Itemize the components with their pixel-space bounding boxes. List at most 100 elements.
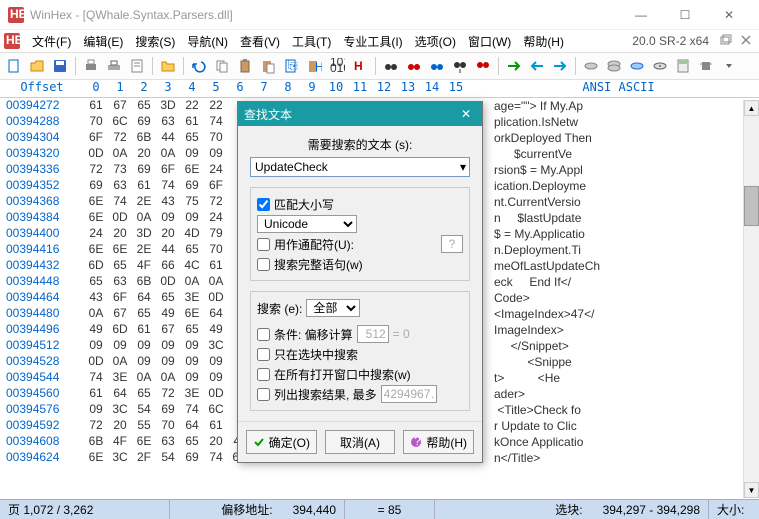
save-icon[interactable] xyxy=(50,56,70,76)
hex-cell[interactable]: 20 xyxy=(108,226,132,242)
hex-cell[interactable]: 0D xyxy=(108,210,132,226)
ascii-cell[interactable]: orkDeployed Then xyxy=(494,130,742,146)
hex-cell[interactable]: 54 xyxy=(156,450,180,466)
hex-cell[interactable]: 20 xyxy=(204,434,228,450)
menu-view[interactable]: 查看(V) xyxy=(234,31,286,52)
hex-cell[interactable]: 64 xyxy=(132,290,156,306)
menu-stools[interactable]: 专业工具(I) xyxy=(337,31,408,52)
hex-cell[interactable]: 3E xyxy=(108,370,132,386)
hex-cell[interactable]: 09 xyxy=(156,210,180,226)
hex-cell[interactable]: 09 xyxy=(180,354,204,370)
calc-icon[interactable] xyxy=(673,56,693,76)
hex-cell[interactable]: 09 xyxy=(132,338,156,354)
help-button[interactable]: ?帮助(H) xyxy=(403,430,474,454)
hex-cell[interactable]: 0A xyxy=(156,370,180,386)
close-button[interactable]: ✕ xyxy=(707,1,751,29)
undo-icon[interactable] xyxy=(189,56,209,76)
ascii-cell[interactable]: nt.CurrentVersio xyxy=(494,194,742,210)
wildcard-checkbox[interactable] xyxy=(257,238,270,251)
hex-cell[interactable]: 3C xyxy=(108,402,132,418)
menu-search[interactable]: 搜索(S) xyxy=(129,31,181,52)
hex-cell[interactable]: 69 xyxy=(84,178,108,194)
ascii-cell[interactable]: n $lastUpdate xyxy=(494,210,742,226)
hex-cell[interactable]: 24 xyxy=(204,210,228,226)
find-down-icon[interactable] xyxy=(450,56,470,76)
ascii-cell[interactable]: ader> xyxy=(494,386,742,402)
hex-cell[interactable]: 0A xyxy=(180,274,204,290)
disk2-icon[interactable] xyxy=(604,56,624,76)
hex-cell[interactable]: 0A xyxy=(204,274,228,290)
binoculars-icon[interactable] xyxy=(381,56,401,76)
hex-cell[interactable]: 63 xyxy=(108,178,132,194)
hex-icon[interactable]: H xyxy=(350,56,370,76)
hex-cell[interactable]: 61 xyxy=(84,98,108,114)
hex-cell[interactable]: 70 xyxy=(204,242,228,258)
scroll-thumb[interactable] xyxy=(744,186,759,226)
hex-cell[interactable]: 49 xyxy=(204,322,228,338)
hex-cell[interactable]: 3D xyxy=(156,98,180,114)
hex-cell[interactable]: 69 xyxy=(132,114,156,130)
hex-cell[interactable]: 4D xyxy=(180,226,204,242)
hex-cell[interactable]: 74 xyxy=(204,450,228,466)
find-hex-icon[interactable] xyxy=(404,56,424,76)
hex-cell[interactable]: 0A xyxy=(84,306,108,322)
hex-cell[interactable]: 61 xyxy=(84,386,108,402)
hex-cell[interactable]: 61 xyxy=(132,178,156,194)
ascii-cell[interactable]: eck End If</ xyxy=(494,274,742,290)
hex-cell[interactable]: 2E xyxy=(132,194,156,210)
hex-cell[interactable]: 69 xyxy=(180,178,204,194)
hex-cell[interactable]: 65 xyxy=(180,322,204,338)
hex-cell[interactable]: 2F xyxy=(132,450,156,466)
hex-cell[interactable]: 64 xyxy=(204,306,228,322)
hex-cell[interactable]: 6B xyxy=(132,274,156,290)
binary-icon[interactable]: 101010 xyxy=(327,56,347,76)
open-icon[interactable] xyxy=(27,56,47,76)
hex-cell[interactable]: 44 xyxy=(156,242,180,258)
sel-checkbox[interactable] xyxy=(257,348,270,361)
hex-cell[interactable]: 64 xyxy=(180,418,204,434)
wildcard-input[interactable] xyxy=(441,235,463,253)
paste-hex-icon[interactable]: H xyxy=(304,56,324,76)
hex-cell[interactable]: 67 xyxy=(108,98,132,114)
hex-cell[interactable]: 09 xyxy=(204,146,228,162)
hex-cell[interactable]: 6F xyxy=(84,130,108,146)
hex-cell[interactable]: 0D xyxy=(204,290,228,306)
ascii-cell[interactable]: $ = My.Applicatio xyxy=(494,226,742,242)
hex-cell[interactable]: 6B xyxy=(132,130,156,146)
hex-cell[interactable]: 6E xyxy=(84,242,108,258)
ascii-cell[interactable]: rsion$ = My.Appl xyxy=(494,162,742,178)
hex-cell[interactable]: 09 xyxy=(180,370,204,386)
encoding-select[interactable]: Unicode xyxy=(257,215,357,233)
ascii-cell[interactable]: r Update to Clic xyxy=(494,418,742,434)
hex-cell[interactable]: 6C xyxy=(204,402,228,418)
hex-cell[interactable]: 4C xyxy=(180,258,204,274)
ascii-cell[interactable]: <ImageIndex>47</ xyxy=(494,306,742,322)
hex-cell[interactable]: 74 xyxy=(84,370,108,386)
find-again-icon[interactable] xyxy=(473,56,493,76)
hex-cell[interactable]: 72 xyxy=(108,130,132,146)
menu-tools[interactable]: 工具(T) xyxy=(286,31,337,52)
hex-cell[interactable]: 73 xyxy=(108,162,132,178)
hex-cell[interactable]: 70 xyxy=(84,114,108,130)
menu-nav[interactable]: 导航(N) xyxy=(181,31,234,52)
ascii-cell[interactable]: age=""> If My.Ap xyxy=(494,98,742,114)
hex-cell[interactable]: 6D xyxy=(108,322,132,338)
hex-cell[interactable]: 0A xyxy=(156,146,180,162)
hex-cell[interactable]: 09 xyxy=(84,338,108,354)
ascii-cell[interactable]: </Snippet> xyxy=(494,338,742,354)
clipboard-icon[interactable] xyxy=(235,56,255,76)
scroll-down-icon[interactable]: ▼ xyxy=(744,482,759,498)
goto-icon[interactable] xyxy=(504,56,524,76)
hex-cell[interactable]: 74 xyxy=(156,178,180,194)
hex-cell[interactable]: 49 xyxy=(156,306,180,322)
hex-cell[interactable]: 63 xyxy=(156,114,180,130)
new-icon[interactable] xyxy=(4,56,24,76)
hex-cell[interactable]: 6E xyxy=(84,450,108,466)
hex-cell[interactable]: 6E xyxy=(84,210,108,226)
disk3-icon[interactable] xyxy=(627,56,647,76)
hex-cell[interactable]: 6E xyxy=(180,162,204,178)
scroll-up-icon[interactable]: ▲ xyxy=(744,100,759,116)
hex-cell[interactable]: 54 xyxy=(132,402,156,418)
scrollbar[interactable]: ▲ ▼ xyxy=(743,100,759,498)
hex-cell[interactable]: 6F xyxy=(156,162,180,178)
